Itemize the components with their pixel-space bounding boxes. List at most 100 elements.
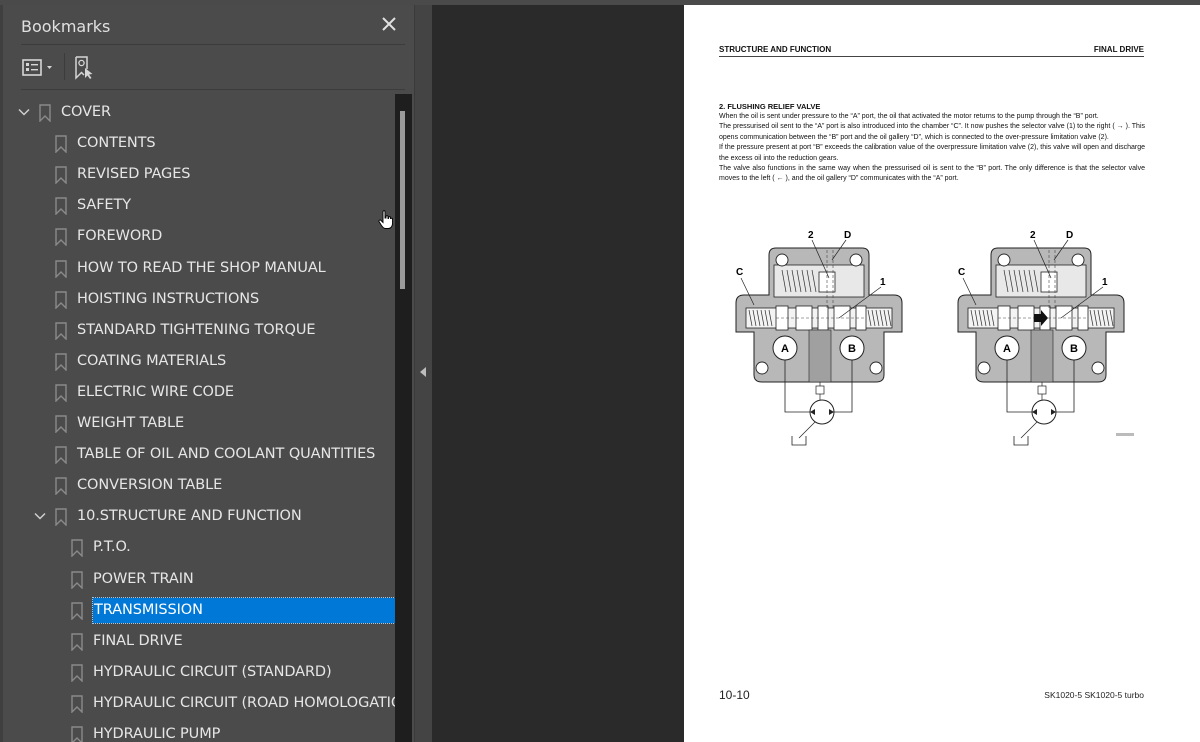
- bookmark-tree: COVER CONTENTS REVISED PAGES SAFETY FOREWORD…: [3, 94, 395, 742]
- bookmark-label: STANDARD TIGHTENING TORQUE: [77, 321, 316, 338]
- bookmark-item[interactable]: CONVERSION TABLE: [3, 472, 395, 500]
- document-viewer: STRUCTURE AND FUNCTION FINAL DRIVE 2. FL…: [432, 5, 1200, 742]
- bookmark-item[interactable]: POWER TRAIN: [3, 566, 395, 594]
- bookmark-icon: [55, 415, 67, 433]
- bookmark-icon: [71, 726, 83, 742]
- bookmark-icon: [55, 477, 67, 496]
- bookmark-label: FINAL DRIVE: [93, 632, 183, 649]
- header-chapter: STRUCTURE AND FUNCTION: [719, 45, 832, 54]
- chevron-down-icon[interactable]: [17, 105, 31, 119]
- bookmark-icon: [55, 166, 67, 185]
- label-1: 1: [1102, 277, 1108, 288]
- bookmark-icon: [55, 259, 67, 278]
- label-c: C: [736, 267, 743, 278]
- collapse-panel-arrow-icon[interactable]: [420, 367, 426, 377]
- bookmark-label: COVER: [61, 104, 111, 120]
- toolbar-separator: [21, 89, 405, 90]
- bookmark-label: CONTENTS: [77, 135, 156, 152]
- bookmark-label: HOW TO READ THE SHOP MANUAL: [77, 259, 326, 276]
- panel-splitter[interactable]: [414, 5, 432, 742]
- bookmark-icon: [55, 135, 67, 154]
- bookmark-icon: [55, 321, 67, 340]
- close-panel-button[interactable]: [377, 13, 401, 37]
- toolbar-divider: [64, 53, 65, 80]
- bookmark-icon: [71, 601, 83, 620]
- bookmark-item[interactable]: FOREWORD: [3, 223, 395, 251]
- tank-symbol: [1013, 436, 1029, 446]
- figure-code: [1116, 433, 1134, 436]
- bookmarks-toolbar: [21, 53, 401, 83]
- bookmark-icon: [71, 695, 83, 713]
- header-section: FINAL DRIVE: [1093, 45, 1144, 54]
- bookmark-label: COATING MATERIALS: [77, 352, 227, 369]
- label-d: D: [844, 230, 851, 241]
- bookmark-item[interactable]: P.T.O.: [3, 534, 395, 562]
- bookmark-item[interactable]: COATING MATERIALS: [3, 348, 395, 376]
- bookmark-icon: [71, 632, 83, 651]
- valve-diagram-right: A B 2 D C 1: [957, 230, 1134, 446]
- bookmark-label: SAFETY: [77, 197, 132, 214]
- paragraph: The pressurised oil sent to the “A” port…: [719, 123, 1145, 141]
- bookmarks-panel: Bookmarks COVER CONTENTS REVISED PAGES S…: [0, 5, 414, 742]
- bookmark-item[interactable]: ELECTRIC WIRE CODE: [3, 379, 395, 407]
- bookmark-label: HOISTING INSTRUCTIONS: [77, 290, 260, 307]
- bookmark-item[interactable]: HOW TO READ THE SHOP MANUAL: [3, 255, 395, 283]
- close-icon: [382, 17, 396, 31]
- label-a: A: [781, 343, 789, 355]
- list-options-icon: [22, 59, 52, 76]
- bookmark-item[interactable]: 10.STRUCTURE AND FUNCTION: [3, 503, 395, 531]
- bookmark-item[interactable]: COVER: [3, 99, 395, 127]
- bookmark-item[interactable]: STANDARD TIGHTENING TORQUE: [3, 317, 395, 345]
- bookmark-icon: [71, 570, 83, 589]
- bookmark-icon: [55, 228, 67, 247]
- bookmark-item[interactable]: CONTENTS: [3, 130, 395, 158]
- header-separator: [21, 44, 405, 45]
- bookmark-icon: [55, 197, 67, 216]
- bookmark-label: CONVERSION TABLE: [77, 477, 223, 494]
- bookmark-item[interactable]: FINAL DRIVE: [3, 628, 395, 656]
- label-b: B: [1070, 343, 1078, 355]
- bookmark-item[interactable]: SAFETY: [3, 192, 395, 220]
- bookmark-item[interactable]: TRANSMISSION: [3, 596, 395, 625]
- bookmark-label: HYDRAULIC PUMP: [93, 726, 221, 742]
- body-text: When the oil is sent under pressure to t…: [719, 112, 1145, 185]
- bookmark-item[interactable]: HYDRAULIC CIRCUIT (STANDARD): [3, 659, 395, 687]
- paragraph: When the oil is sent under pressure to t…: [719, 113, 1099, 120]
- bookmark-item[interactable]: TABLE OF OIL AND COOLANT QUANTITIES: [3, 441, 395, 469]
- bookmark-label: HYDRAULIC CIRCUIT (ROAD HOMOLOGATION): [93, 694, 395, 711]
- bookmarks-scrollbar[interactable]: [395, 94, 412, 742]
- label-c: C: [958, 267, 965, 278]
- document-page: STRUCTURE AND FUNCTION FINAL DRIVE 2. FL…: [684, 5, 1200, 742]
- find-current-bookmark-button[interactable]: [72, 53, 102, 81]
- scrollbar-thumb[interactable]: [400, 111, 405, 289]
- bookmark-label: TABLE OF OIL AND COOLANT QUANTITIES: [77, 446, 376, 463]
- label-a: A: [1003, 343, 1011, 355]
- paragraph: The valve also functions in the same way…: [719, 165, 1145, 183]
- page-number: 10-10: [719, 688, 750, 702]
- bookmark-target-icon: [75, 56, 93, 80]
- bookmark-item[interactable]: HOISTING INSTRUCTIONS: [3, 286, 395, 314]
- bookmark-icon: [55, 353, 67, 371]
- bookmark-icon: [71, 664, 83, 682]
- chevron-down-icon[interactable]: [33, 509, 47, 523]
- section-title: 2. FLUSHING RELIEF VALVE: [719, 102, 821, 111]
- model-label: SK1020-5 SK1020-5 turbo: [1044, 690, 1144, 700]
- label-2: 2: [808, 230, 814, 241]
- bookmark-item[interactable]: HYDRAULIC PUMP: [3, 721, 395, 742]
- options-menu-button[interactable]: [21, 53, 57, 81]
- bookmark-item[interactable]: REVISED PAGES: [3, 161, 395, 189]
- panel-header: Bookmarks: [21, 13, 401, 43]
- label-b: B: [848, 343, 856, 355]
- bookmark-label: TRANSMISSION: [92, 596, 395, 624]
- bookmark-item[interactable]: WEIGHT TABLE: [3, 410, 395, 438]
- bookmark-icon: [55, 446, 67, 465]
- valve-diagram-left: A B 2 D C 1: [735, 230, 903, 446]
- bookmark-icon: [55, 384, 67, 402]
- bookmark-label: REVISED PAGES: [77, 166, 191, 183]
- tank-symbol: [791, 436, 807, 446]
- bookmark-icon: [55, 290, 67, 309]
- bookmark-label: 10.STRUCTURE AND FUNCTION: [77, 508, 302, 525]
- bookmark-item[interactable]: HYDRAULIC CIRCUIT (ROAD HOMOLOGATION): [3, 690, 395, 718]
- label-d: D: [1066, 230, 1073, 241]
- bookmark-label: P.T.O.: [93, 539, 131, 556]
